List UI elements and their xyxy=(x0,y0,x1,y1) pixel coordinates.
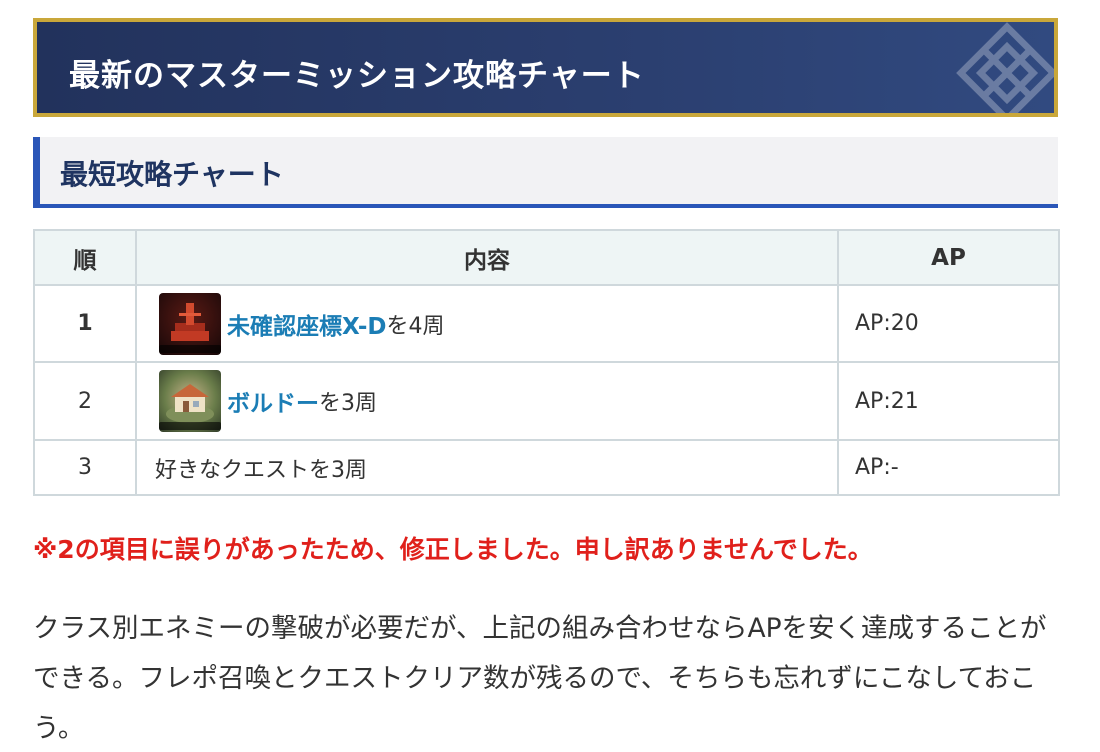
row-order: 1 xyxy=(33,284,137,363)
row-content-text: 好きなクエストを3周 xyxy=(135,439,839,496)
quest-link[interactable]: ボルドー xyxy=(227,384,319,418)
diamond-emblem-icon xyxy=(956,22,1054,113)
row-order: 3 xyxy=(33,439,137,496)
table-header-row: 順 内容 AP xyxy=(33,229,1060,286)
row-content: 未確認座標X-D を4周 xyxy=(135,284,839,363)
body-paragraph: クラス別エネミーの撃破が必要だが、上記の組み合わせならAPを安く達成することがで… xyxy=(33,613,1047,744)
table-row: 2 ボルドー を3周 AP:21 xyxy=(33,361,1060,441)
section-heading: 最短攻略チャート xyxy=(33,137,1058,208)
table-row: 3 好きなクエストを3周 AP:- xyxy=(33,439,1060,496)
row-ap: AP:20 xyxy=(837,284,1060,363)
strategy-chart-table: 順 内容 AP 1 未確認座標X-D を4周 AP:20 2 ボルドー を3周 … xyxy=(33,229,1060,496)
correction-note: ※2の項目に誤りがあったため、修正しました。申し訳ありませんでした。 xyxy=(33,535,873,564)
row-ap: AP:21 xyxy=(837,361,1060,441)
quest-suffix: を4周 xyxy=(386,313,445,339)
banner-title: 最新のマスターミッション攻略チャート xyxy=(69,58,645,94)
row-ap: AP:- xyxy=(837,439,1060,496)
quest-link[interactable]: 未確認座標X-D xyxy=(227,307,387,341)
quest-thumbnail-bordeaux-icon[interactable] xyxy=(159,370,221,432)
quest-suffix: を3周 xyxy=(319,391,377,416)
header-order: 順 xyxy=(33,229,137,286)
article-banner: 最新のマスターミッション攻略チャート xyxy=(33,18,1058,117)
row-order: 2 xyxy=(33,361,137,441)
row-content: ボルドー を3周 xyxy=(135,361,839,441)
header-ap: AP xyxy=(837,229,1060,286)
section-title: 最短攻略チャート xyxy=(60,158,284,191)
quest-thumbnail-unknown-coordinates-icon[interactable] xyxy=(159,292,221,355)
header-content: 内容 xyxy=(135,229,839,286)
table-row: 1 未確認座標X-D を4周 AP:20 xyxy=(33,284,1060,363)
